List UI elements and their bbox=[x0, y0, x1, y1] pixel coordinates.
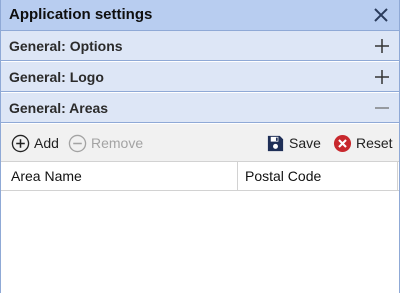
section-label: General: Areas bbox=[9, 100, 109, 116]
floppy-disk-icon bbox=[266, 134, 285, 153]
section-label: General: Logo bbox=[9, 69, 104, 85]
areas-grid-header: Area Name Postal Code bbox=[1, 162, 399, 191]
section-label: General: Options bbox=[9, 38, 123, 54]
settings-window: Application settings General: Options Ge… bbox=[0, 0, 400, 293]
close-icon[interactable] bbox=[371, 4, 391, 26]
plus-icon[interactable] bbox=[373, 68, 391, 86]
column-divider bbox=[397, 162, 398, 190]
minus-icon[interactable] bbox=[373, 99, 391, 117]
add-label: Add bbox=[34, 135, 59, 151]
remove-circle-icon bbox=[68, 134, 87, 153]
add-circle-icon bbox=[11, 134, 30, 153]
section-general-areas[interactable]: General: Areas bbox=[1, 93, 399, 123]
section-general-logo[interactable]: General: Logo bbox=[1, 62, 399, 92]
save-label: Save bbox=[289, 135, 321, 151]
plus-icon[interactable] bbox=[373, 37, 391, 55]
reset-label: Reset bbox=[356, 135, 393, 151]
window-title: Application settings bbox=[9, 6, 153, 23]
section-general-options[interactable]: General: Options bbox=[1, 31, 399, 61]
reset-x-circle-icon bbox=[333, 134, 352, 153]
add-button[interactable]: Add bbox=[11, 133, 59, 153]
remove-label: Remove bbox=[91, 135, 144, 151]
save-button[interactable]: Save bbox=[266, 133, 321, 153]
column-header-area-name[interactable]: Area Name bbox=[11, 162, 235, 190]
column-header-postal-code[interactable]: Postal Code bbox=[245, 162, 385, 190]
window-titlebar: Application settings bbox=[1, 0, 399, 31]
column-divider[interactable] bbox=[237, 162, 238, 190]
areas-toolbar: Add Remove Save Reset bbox=[1, 124, 399, 162]
remove-button[interactable]: Remove bbox=[68, 133, 143, 153]
areas-grid-body[interactable] bbox=[1, 191, 399, 293]
reset-button[interactable]: Reset bbox=[333, 133, 393, 153]
